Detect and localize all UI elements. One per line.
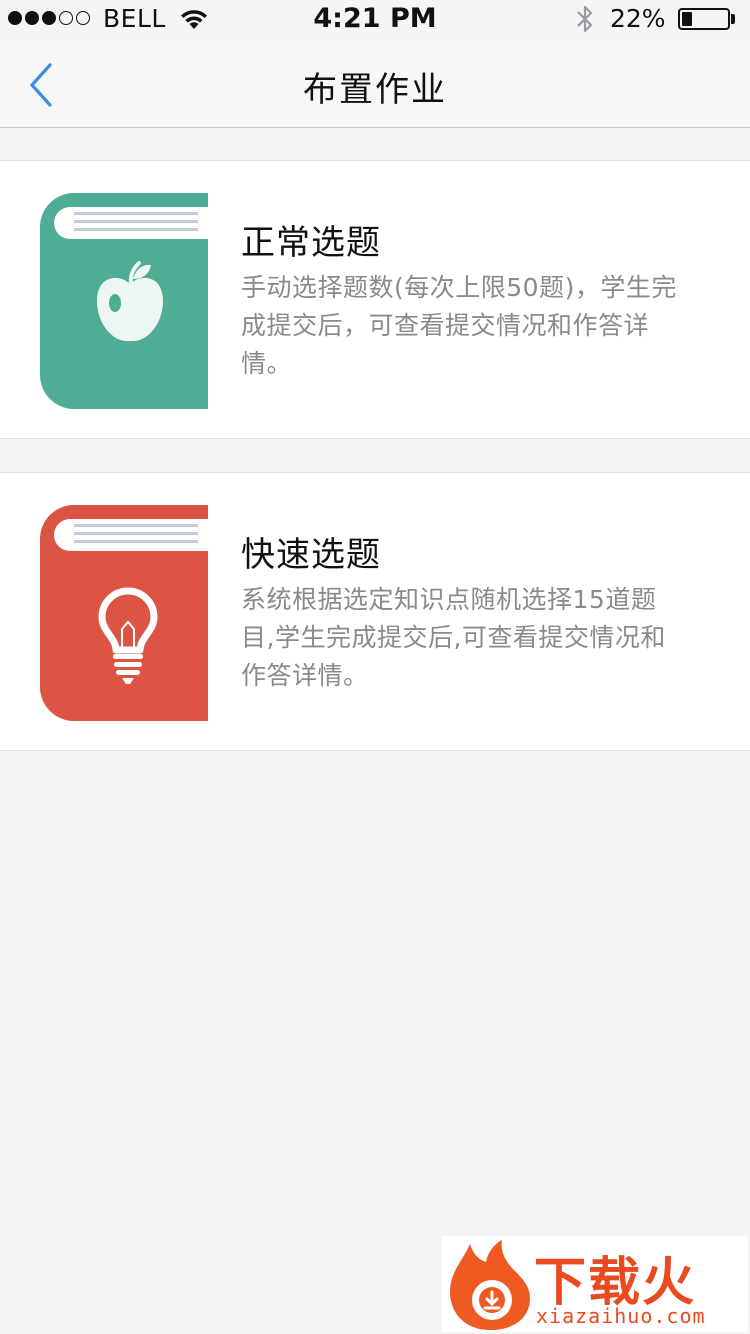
option-description: 手动选择题数(每次上限50题)，学生完成提交后，可查看提交情况和作答详情。 [241, 273, 677, 378]
flame-logo-icon [450, 1240, 530, 1330]
option-title: 正常选题 [241, 223, 381, 263]
status-bar: BELL 4:21 PM 22% [0, 0, 750, 40]
battery-percent: 22% [610, 4, 666, 33]
quick-selection-card[interactable]: 快速选题 系统根据选定知识点随机选择15道题目,学生完成提交后,可查看提交情况和… [0, 472, 750, 751]
battery-icon [678, 8, 730, 30]
lightbulb-icon [40, 505, 208, 721]
navigation-bar: 布置作业 [0, 40, 750, 128]
watermark-logo: 下载火 xiazaihuo.com [442, 1236, 748, 1332]
apple-icon [40, 193, 208, 409]
battery-fill [682, 12, 692, 26]
option-description: 系统根据选定知识点随机选择15道题目,学生完成提交后,可查看提交情况和作答详情。 [241, 585, 666, 690]
page-title: 布置作业 [303, 70, 447, 110]
option-title: 快速选题 [241, 535, 381, 575]
normal-selection-card[interactable]: 正常选题 手动选择题数(每次上限50题)，学生完成提交后，可查看提交情况和作答详… [0, 160, 750, 439]
bluetooth-icon [574, 3, 596, 39]
watermark-url: xiazaihuo.com [536, 1304, 706, 1328]
